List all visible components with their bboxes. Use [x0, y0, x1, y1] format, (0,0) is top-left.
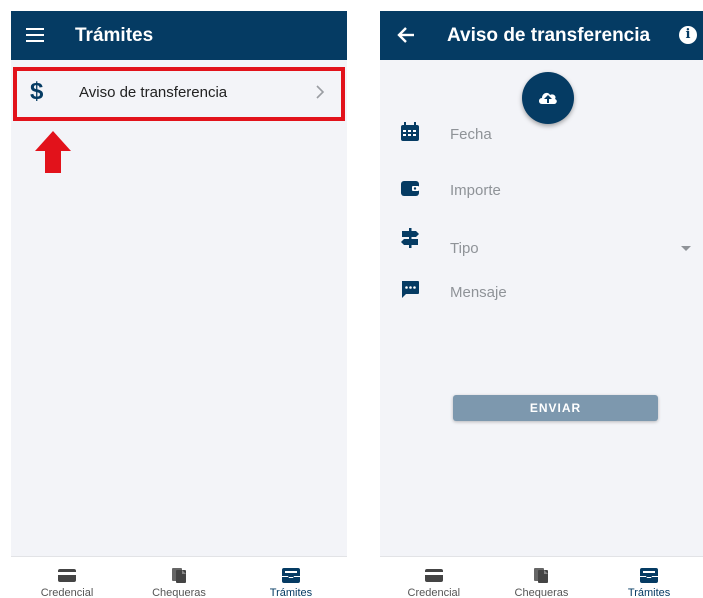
- tipo-placeholder: Tipo: [450, 240, 479, 257]
- left-screen: Trámites $ Aviso de transferencia Creden…: [11, 11, 347, 598]
- card-icon: [424, 569, 443, 582]
- mensaje-field[interactable]: Mensaje: [450, 280, 693, 306]
- nav-label: Chequeras: [514, 587, 569, 598]
- hamburger-menu-icon[interactable]: [26, 28, 44, 43]
- list-item-label: Aviso de transferencia: [79, 84, 228, 101]
- nav-label: Credencial: [40, 587, 94, 598]
- calendar-icon: [401, 122, 419, 141]
- nav-item-tramites[interactable]: Trámites: [235, 557, 347, 598]
- bottom-navigation: Credencial Chequeras Trámites: [380, 556, 703, 598]
- nav-label: Credencial: [407, 587, 461, 598]
- nav-item-chequeras[interactable]: Chequeras: [123, 557, 235, 598]
- nav-label: Chequeras: [152, 587, 206, 598]
- dropdown-arrow-icon: [681, 246, 691, 251]
- fecha-field[interactable]: Fecha: [450, 122, 693, 148]
- right-screen: Aviso de transferencia i Fecha Importe T…: [380, 11, 703, 598]
- importe-placeholder: Importe: [450, 182, 501, 199]
- list-item-aviso-transferencia[interactable]: $ Aviso de transferencia: [11, 66, 347, 122]
- app-bar: Aviso de transferencia i: [380, 11, 703, 60]
- nav-item-tramites[interactable]: Trámites: [595, 557, 703, 598]
- importe-field[interactable]: Importe: [450, 178, 693, 204]
- cloud-upload-icon: [539, 92, 557, 104]
- chat-bubble-icon: [402, 281, 419, 298]
- page-title: Aviso de transferencia: [447, 25, 651, 46]
- dollar-icon: $: [30, 78, 44, 105]
- tipo-select[interactable]: Tipo: [450, 236, 693, 262]
- nav-item-credencial[interactable]: Credencial: [380, 557, 488, 598]
- nav-item-chequeras[interactable]: Chequeras: [488, 557, 596, 598]
- card-icon: [57, 569, 76, 582]
- wallet-icon: [401, 181, 419, 196]
- signpost-icon: [401, 228, 419, 248]
- nav-item-credencial[interactable]: Credencial: [11, 557, 123, 598]
- arrow-back-icon[interactable]: [396, 25, 416, 45]
- bottom-navigation: Credencial Chequeras Trámites: [11, 556, 347, 598]
- enviar-button[interactable]: ENVIAR: [453, 395, 658, 421]
- red-arrow-annotation: [35, 131, 71, 173]
- nav-label: Trámites: [269, 587, 313, 598]
- nav-label: Trámites: [627, 587, 671, 598]
- app-bar: Trámites: [11, 11, 347, 60]
- inbox-icon: [640, 568, 659, 583]
- documents-icon: [171, 568, 186, 583]
- chevron-right-icon: [316, 85, 325, 99]
- page-title: Trámites: [75, 25, 154, 46]
- documents-icon: [534, 568, 549, 583]
- upload-button[interactable]: [522, 72, 574, 124]
- fecha-placeholder: Fecha: [450, 126, 492, 143]
- mensaje-placeholder: Mensaje: [450, 284, 507, 301]
- inbox-icon: [281, 568, 300, 583]
- info-icon[interactable]: i: [679, 26, 697, 44]
